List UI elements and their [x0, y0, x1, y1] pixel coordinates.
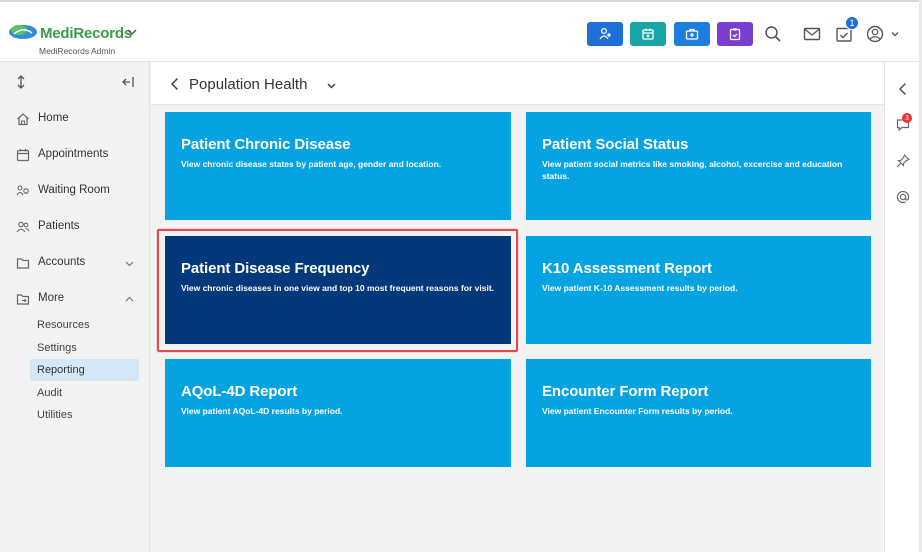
- calendar-icon: [642, 28, 654, 40]
- medical-kit-icon: [685, 28, 699, 40]
- chevron-left-icon[interactable]: [895, 81, 911, 97]
- report-tile-encounter-form[interactable]: Encounter Form Report View patient Encou…: [526, 359, 871, 467]
- more-folder-icon: [16, 294, 30, 305]
- search-icon: [765, 26, 781, 42]
- patients-icon: [16, 221, 30, 233]
- sidebar-item-accounts[interactable]: Accounts: [0, 248, 150, 278]
- report-tile-patient-chronic-disease[interactable]: Patient Chronic Disease View chronic dis…: [165, 112, 511, 220]
- user-menu-button[interactable]: [865, 24, 885, 44]
- sidebar-item-patients[interactable]: Patients: [0, 212, 150, 242]
- folder-icon: [16, 258, 30, 269]
- collapse-sidebar-icon[interactable]: [121, 75, 135, 89]
- waiting-room-icon: [16, 185, 29, 196]
- chevron-down-icon: [125, 261, 134, 267]
- chevron-up-icon: [125, 296, 134, 302]
- sidebar-toolbar: [0, 62, 150, 102]
- tile-title: Encounter Form Report: [542, 383, 709, 400]
- resize-vertical-icon[interactable]: [14, 75, 28, 89]
- breadcrumb: Population Health: [151, 62, 884, 105]
- tile-title: Patient Disease Frequency: [181, 260, 370, 277]
- sidebar: Home Appointments Waiting Room Patients …: [0, 62, 150, 552]
- main-content: Population Health Patient Chronic Diseas…: [151, 62, 884, 552]
- home-icon: [17, 113, 29, 126]
- report-tile-patient-disease-frequency[interactable]: Patient Disease Frequency View chronic d…: [165, 236, 511, 344]
- new-task-button[interactable]: [717, 22, 753, 46]
- clipboard-icon: [729, 28, 741, 41]
- calendar-icon: [16, 149, 30, 162]
- tile-description: View patient social metrics like smoking…: [542, 159, 843, 181]
- notification-badge: 1: [845, 16, 859, 30]
- add-patient-button[interactable]: [587, 22, 623, 46]
- chevron-down-icon[interactable]: [126, 26, 138, 38]
- tile-description: View patient Encounter Form results by p…: [542, 406, 733, 416]
- tile-title: K10 Assessment Report: [542, 260, 712, 277]
- brand-name[interactable]: MediRecords: [40, 25, 132, 42]
- report-tile-k10-assessment[interactable]: K10 Assessment Report View patient K-10 …: [526, 236, 871, 344]
- sidebar-subitem-reporting[interactable]: Reporting: [30, 359, 139, 381]
- tile-description: View chronic diseases in one view and to…: [181, 283, 495, 293]
- brand-subtitle: MediRecords Admin: [39, 46, 116, 56]
- tile-title: Patient Chronic Disease: [181, 136, 351, 153]
- sidebar-item-appointments[interactable]: Appointments: [0, 140, 150, 170]
- chevron-down-icon[interactable]: [890, 29, 900, 39]
- report-tile-aqol-4d[interactable]: AQoL-4D Report View patient AQoL-4D resu…: [165, 359, 511, 467]
- new-appointment-button[interactable]: [630, 22, 666, 46]
- tile-description: View chronic disease states by patient a…: [181, 159, 442, 169]
- tile-title: Patient Social Status: [542, 136, 689, 153]
- sidebar-item-label: Patients: [38, 220, 80, 232]
- messages-button[interactable]: [802, 24, 822, 44]
- sidebar-subitem-settings[interactable]: Settings: [30, 337, 139, 359]
- search-button[interactable]: [763, 24, 783, 44]
- sidebar-item-label: Waiting Room: [38, 184, 110, 196]
- user-avatar-icon: [866, 25, 884, 43]
- at-sign-icon[interactable]: [895, 189, 911, 205]
- sidebar-item-label: Home: [38, 112, 69, 124]
- add-user-icon: [599, 27, 611, 40]
- tile-description: View patient AQoL-4D results by period.: [181, 406, 343, 416]
- sidebar-item-label: Appointments: [38, 148, 109, 160]
- sidebar-item-label: More: [38, 292, 65, 304]
- sidebar-subitem-resources[interactable]: Resources: [30, 314, 139, 336]
- tile-description: View patient K-10 Assessment results by …: [542, 283, 738, 293]
- sidebar-subitem-utilities[interactable]: Utilities: [30, 404, 139, 426]
- sidebar-item-waiting-room[interactable]: Waiting Room: [0, 176, 150, 206]
- medirecords-logo[interactable]: [8, 22, 38, 40]
- sidebar-subitem-audit[interactable]: Audit: [30, 382, 139, 404]
- report-tile-patient-social-status[interactable]: Patient Social Status View patient socia…: [526, 112, 871, 220]
- sidebar-item-more[interactable]: More: [0, 284, 150, 314]
- chat-badge: 3: [902, 113, 912, 123]
- app-header: MediRecords MediRecords Admin 1: [0, 0, 922, 62]
- right-rail: [884, 62, 922, 552]
- new-encounter-button[interactable]: [674, 22, 710, 46]
- sidebar-item-label: Accounts: [38, 256, 86, 268]
- tile-title: AQoL-4D Report: [181, 383, 298, 400]
- mail-icon: [803, 27, 821, 41]
- page-title[interactable]: Population Health: [189, 76, 307, 93]
- chevron-down-icon[interactable]: [326, 80, 337, 91]
- back-arrow-icon[interactable]: [169, 77, 181, 91]
- pin-icon[interactable]: [895, 153, 911, 169]
- sidebar-item-home[interactable]: Home: [0, 104, 150, 134]
